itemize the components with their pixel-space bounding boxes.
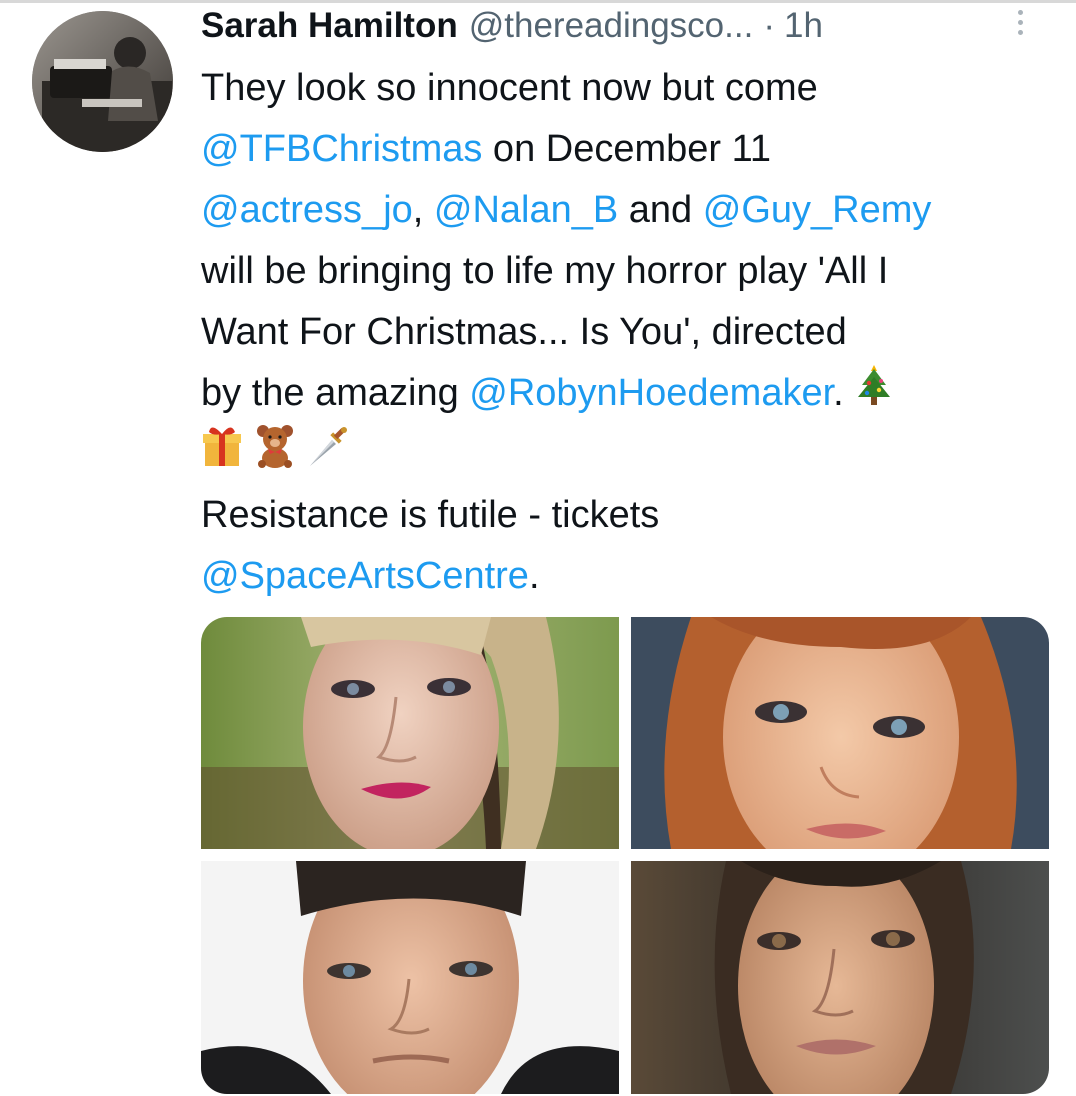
author-avatar[interactable] bbox=[32, 11, 173, 152]
text-segment: and bbox=[618, 189, 703, 231]
christmas-tree-icon bbox=[854, 363, 894, 426]
headshot-man-photo[interactable] bbox=[201, 861, 619, 1094]
text-segment: Resistance is futile - tickets bbox=[201, 494, 660, 536]
mention-link[interactable]: @Guy_Remy bbox=[703, 189, 932, 231]
text-segment: . bbox=[833, 372, 855, 414]
top-divider bbox=[0, 0, 1076, 3]
mention-link[interactable]: @actress_jo bbox=[201, 189, 413, 231]
tweet-text-line: They look so innocent now but come bbox=[201, 58, 1051, 119]
text-segment: by the amazing bbox=[201, 372, 470, 414]
tweet-text-line: @SpaceArtsCentre. bbox=[201, 546, 1051, 607]
tweet-header: Sarah Hamilton @thereadingsco... · 1h bbox=[201, 4, 823, 48]
tweet-text-line: will be bringing to life my horror play … bbox=[201, 241, 1051, 302]
gift-icon bbox=[201, 424, 243, 487]
tweet-text-line bbox=[201, 424, 1051, 485]
tweet-text-line: Want For Christmas... Is You', directed bbox=[201, 302, 1051, 363]
text-segment: , bbox=[412, 189, 434, 231]
tweet-text-line: by the amazing @RobynHoedemaker. bbox=[201, 363, 1051, 424]
text-segment: They look so innocent now but come bbox=[201, 67, 818, 109]
media-grid bbox=[201, 617, 1049, 1094]
teddy-bear-icon bbox=[254, 424, 296, 487]
text-segment: will be bringing to life my horror play … bbox=[201, 250, 889, 292]
tweet-timestamp[interactable]: 1h bbox=[784, 6, 823, 46]
mention-link[interactable]: @RobynHoedemaker bbox=[469, 372, 833, 414]
headshot-blonde-woman-photo[interactable] bbox=[201, 617, 619, 849]
tweet-text-line: Resistance is futile - tickets bbox=[201, 485, 1051, 546]
text-segment: Want For Christmas... Is You', directed bbox=[201, 311, 847, 353]
tweet-text-line: @TFBChristmas on December 11 bbox=[201, 119, 1051, 180]
headshot-brunette-woman-photo[interactable] bbox=[631, 861, 1049, 1094]
mention-link[interactable]: @TFBChristmas bbox=[201, 128, 482, 170]
mention-link[interactable]: @SpaceArtsCentre bbox=[201, 555, 529, 597]
dagger-icon bbox=[306, 424, 350, 487]
author-handle[interactable]: @thereadingsco... bbox=[469, 6, 754, 46]
text-segment bbox=[296, 433, 307, 475]
text-segment: . bbox=[528, 555, 540, 597]
tweet-text: They look so innocent now but come @TFBCh… bbox=[201, 58, 1051, 607]
text-segment: on December 11 bbox=[482, 128, 772, 170]
author-name[interactable]: Sarah Hamilton bbox=[201, 6, 458, 46]
tweet-text-line: @actress_jo, @Nalan_B and @Guy_Remy bbox=[201, 180, 1051, 241]
text-segment bbox=[243, 433, 254, 475]
headshot-redhead-woman-photo[interactable] bbox=[631, 617, 1049, 849]
mention-link[interactable]: @Nalan_B bbox=[434, 189, 618, 231]
more-options-icon[interactable] bbox=[1014, 10, 1026, 42]
header-separator: · bbox=[763, 6, 775, 45]
